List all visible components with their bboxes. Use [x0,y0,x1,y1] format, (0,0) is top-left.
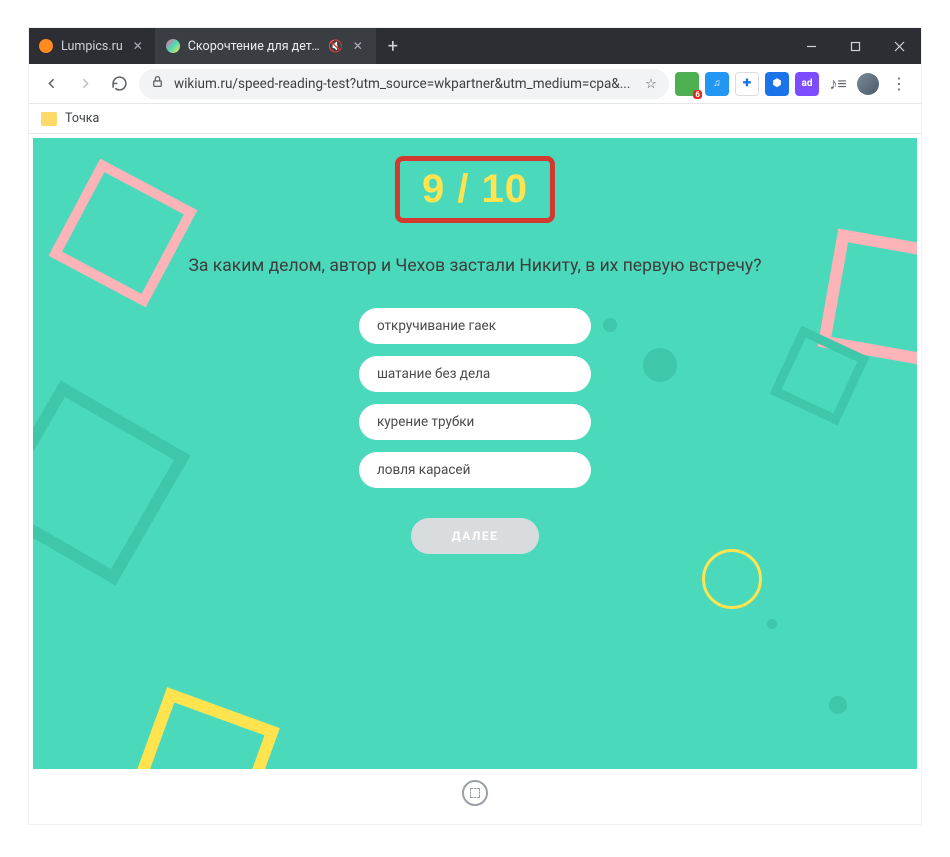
close-icon[interactable]: ✕ [131,39,145,53]
fullscreen-button[interactable] [462,780,488,806]
browser-window: Lumpics.ru ✕ Скорочтение для детей и в..… [29,28,921,824]
option-3[interactable]: курение трубки [359,404,591,440]
decoration-dot [643,348,677,382]
bookmark-item[interactable]: Точка [65,111,99,126]
decoration-square [33,381,190,586]
profile-avatar[interactable] [857,73,879,95]
progress-counter: 9 / 10 [395,156,555,223]
tab-title: Lumpics.ru [61,39,123,54]
extension-5[interactable]: ad [795,72,819,96]
question-text: За каким делом, автор и Чехов застали Ни… [33,256,917,276]
folder-icon [41,112,57,126]
toolbar: wikium.ru/speed-reading-test?utm_source=… [29,64,921,104]
extension-3[interactable]: ✚ [735,72,759,96]
page-content: 9 / 10 За каким делом, автор и Чехов зас… [29,134,921,824]
option-1[interactable]: откручивание гаек [359,308,591,344]
extension-4[interactable]: ⬢ [765,72,789,96]
option-4[interactable]: ловля карасей [359,452,591,488]
address-bar[interactable]: wikium.ru/speed-reading-test?utm_source=… [139,69,669,99]
window-controls [789,28,921,64]
minimize-button[interactable] [789,28,833,64]
decoration-square [126,687,280,769]
decoration-dot [767,619,777,629]
decoration-square [49,159,198,308]
bottom-bar [33,772,917,814]
reload-button[interactable] [105,70,133,98]
decoration-circle [702,549,762,609]
extension-2[interactable]: ♫ [705,72,729,96]
decoration-dot [829,696,847,714]
bookmarks-bar: Точка [29,104,921,134]
tab-favicon [166,39,180,53]
titlebar: Lumpics.ru ✕ Скорочтение для детей и в..… [29,28,921,64]
quiz-panel: 9 / 10 За каким делом, автор и Чехов зас… [33,138,917,769]
lock-icon [151,75,164,92]
menu-button[interactable]: ⋮ [885,70,913,98]
option-2[interactable]: шатание без дела [359,356,591,392]
extension-1[interactable]: 6 [675,72,699,96]
url-text: wikium.ru/speed-reading-test?utm_source=… [174,76,635,92]
decoration-dot [603,318,617,332]
tab-favicon [39,39,53,53]
maximize-button[interactable] [833,28,877,64]
new-tab-button[interactable]: + [376,28,410,64]
star-icon[interactable]: ☆ [645,76,657,92]
mute-icon[interactable]: 🔇 [329,39,343,53]
extension-badge: 6 [693,90,702,99]
back-button[interactable] [37,70,65,98]
media-button[interactable]: ♪≡ [825,70,851,98]
close-window-button[interactable] [877,28,921,64]
tab-wikium[interactable]: Скорочтение для детей и в... 🔇 ✕ [156,28,376,64]
options-list: откручивание гаек шатание без дела курен… [359,308,591,554]
close-icon[interactable]: ✕ [351,39,365,53]
tab-lumpics[interactable]: Lumpics.ru ✕ [29,28,156,64]
forward-button[interactable] [71,70,99,98]
tab-title: Скорочтение для детей и в... [188,39,321,54]
counter-text: 9 / 10 [422,167,528,211]
next-button[interactable]: ДАЛЕЕ [411,518,539,554]
